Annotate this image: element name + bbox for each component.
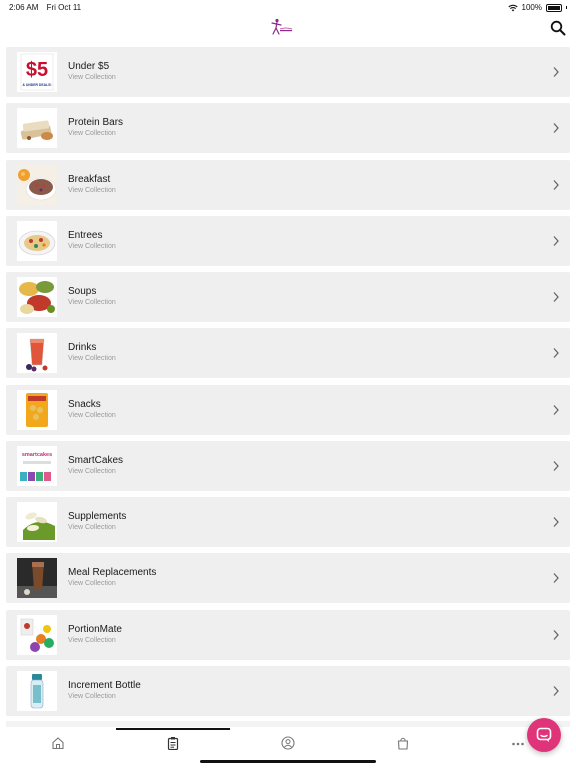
collection-row-supplements[interactable]: Supplements View Collection xyxy=(6,497,570,547)
under-5-image-text: $5 xyxy=(26,59,48,81)
collection-row-drinks[interactable]: Drinks View Collection xyxy=(6,328,570,379)
collection-title: SmartCakes xyxy=(68,454,124,466)
status-time: 2:06 AM xyxy=(9,3,39,12)
collection-subtitle: View Collection xyxy=(68,299,116,306)
chevron-right-icon xyxy=(553,685,559,696)
home-icon[interactable] xyxy=(51,736,65,750)
collection-title: Increment Bottle xyxy=(68,679,141,691)
collection-subtitle: View Collection xyxy=(68,186,116,194)
protein-bars-image xyxy=(17,108,57,149)
collection-title: PortionMate xyxy=(68,623,122,635)
collection-row-increment-bottle[interactable]: Increment Bottle View Collection xyxy=(6,665,570,716)
chevron-right-icon xyxy=(553,460,559,471)
chat-button[interactable] xyxy=(527,718,561,752)
collection-title: Drinks xyxy=(68,342,97,354)
portionmate-image xyxy=(17,614,57,655)
collection-row-protein-bars[interactable]: Protein Bars View Collection xyxy=(6,103,570,154)
app-header xyxy=(0,14,576,46)
collection-row-snacks[interactable]: Snacks View Collection xyxy=(6,384,570,435)
battery-icon xyxy=(546,3,562,12)
collection-title: Soups xyxy=(68,286,97,297)
collection-subtitle: View Collection xyxy=(68,130,116,138)
collection-subtitle: View Collection xyxy=(68,524,116,531)
collection-row-under-5[interactable]: $5 & UNDER DEALS! Under $5 View Collecti… xyxy=(6,47,570,97)
chevron-right-icon xyxy=(553,179,559,190)
chevron-right-icon xyxy=(553,235,559,246)
collection-row-soups[interactable]: Soups View Collection xyxy=(6,272,570,322)
collection-subtitle: View Collection xyxy=(68,411,116,419)
chevron-right-icon xyxy=(553,292,559,302)
battery-percent: 100% xyxy=(521,3,542,12)
collection-row-portionmate[interactable]: PortionMate View Collection xyxy=(6,609,570,660)
smartcakes-image-text: smartcakes xyxy=(22,452,52,458)
collection-row-smartcakes[interactable]: smartcakes SmartCakes View Collection xyxy=(6,440,570,491)
status-date: Fri Oct 11 xyxy=(46,3,82,12)
active-tab-indicator xyxy=(116,728,230,730)
entrees-image xyxy=(17,220,57,261)
chevron-right-icon xyxy=(553,123,559,134)
collection-subtitle: View Collection xyxy=(68,580,116,588)
collection-subtitle: View Collection xyxy=(68,692,116,700)
collection-row-meal-replacements[interactable]: Meal Replacements View Collection xyxy=(6,553,570,604)
under-5-image-caption: & UNDER DEALS! xyxy=(22,83,51,87)
collection-list: $5 & UNDER DEALS! Under $5 View Collecti… xyxy=(6,47,570,722)
more-icon[interactable] xyxy=(511,736,525,750)
collection-subtitle: View Collection xyxy=(68,467,116,475)
chevron-right-icon xyxy=(553,629,559,640)
snacks-image xyxy=(17,389,57,430)
collection-subtitle: View Collection xyxy=(68,242,116,250)
collection-title: Meal Replacements xyxy=(68,567,157,579)
account-icon[interactable] xyxy=(281,736,295,750)
home-indicator xyxy=(200,760,376,763)
collection-title: Supplements xyxy=(68,511,127,522)
collection-subtitle: View Collection xyxy=(68,74,116,81)
smartcakes-image: smartcakes xyxy=(17,445,57,486)
collection-title: Entrees xyxy=(68,229,103,241)
chevron-right-icon xyxy=(553,348,559,359)
chevron-right-icon xyxy=(553,404,559,415)
meal-replacements-image xyxy=(17,558,57,599)
collection-title: Under $5 xyxy=(68,61,110,72)
drinks-image xyxy=(17,333,57,374)
brand-logo[interactable] xyxy=(268,18,294,36)
collection-title: Protein Bars xyxy=(68,117,124,129)
collection-subtitle: View Collection xyxy=(68,355,116,363)
supplements-image xyxy=(17,502,57,542)
soups-image xyxy=(17,277,57,317)
chevron-right-icon xyxy=(553,67,559,77)
collection-title: Snacks xyxy=(68,398,101,410)
chevron-right-icon xyxy=(553,517,559,527)
collection-title: Breakfast xyxy=(68,173,111,185)
status-bar: 2:06 AM Fri Oct 11 100% xyxy=(0,0,576,14)
collection-row-breakfast[interactable]: Breakfast View Collection xyxy=(6,159,570,210)
collection-subtitle: View Collection xyxy=(68,636,116,644)
collection-row-entrees[interactable]: Entrees View Collection xyxy=(6,215,570,266)
increment-bottle-image xyxy=(17,670,57,711)
bag-icon[interactable] xyxy=(396,736,410,750)
chat-icon xyxy=(536,727,552,742)
clipboard-icon[interactable] xyxy=(166,736,180,750)
breakfast-image xyxy=(17,164,57,205)
search-icon[interactable] xyxy=(550,20,566,36)
wifi-icon xyxy=(507,4,518,11)
under-5-image: $5 & UNDER DEALS! xyxy=(17,52,57,92)
chevron-right-icon xyxy=(553,573,559,584)
